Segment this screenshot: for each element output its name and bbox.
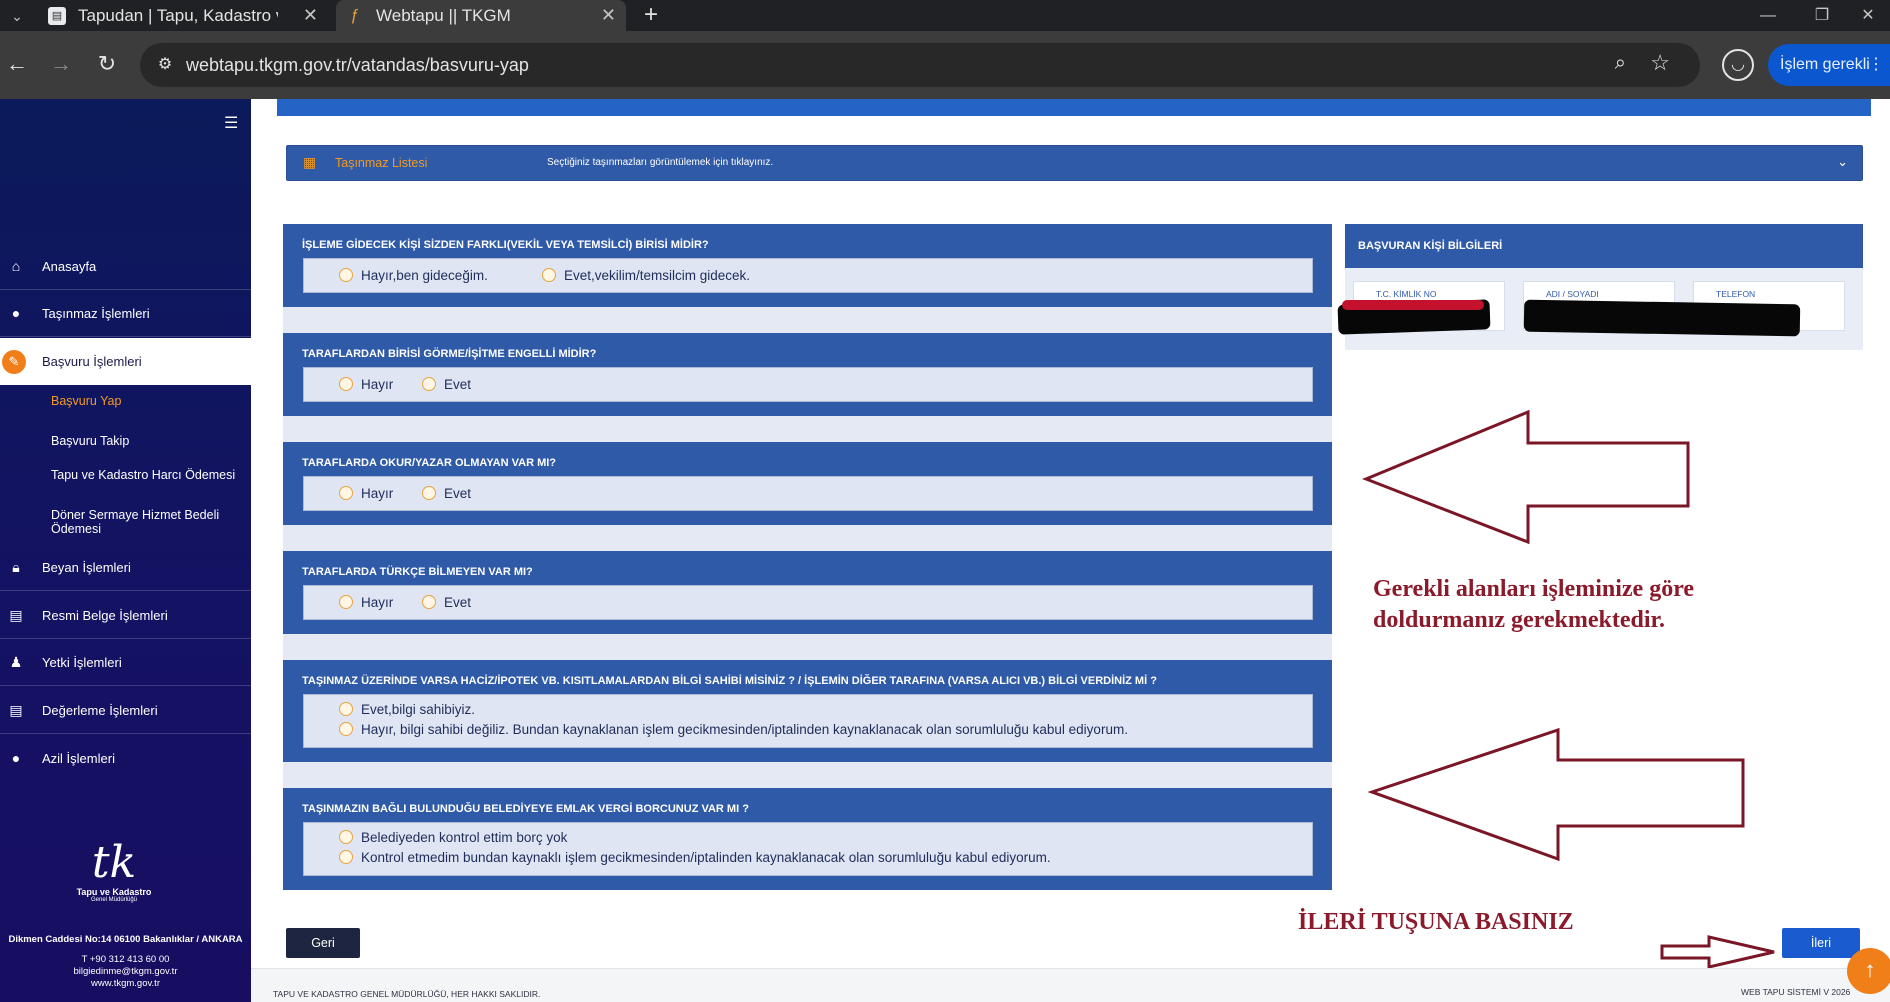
arrow-left-upper	[1361, 409, 1690, 545]
instruction-line: doldurmanız gerekmektedir.	[1373, 607, 1665, 633]
back-button[interactable]: Geri	[286, 928, 360, 958]
footer-version: WEB TAPU SİSTEMİ V 2026	[1741, 987, 1851, 997]
footer-copyright: TAPU VE KADASTRO GENEL MÜDÜRLÜĞÜ, HER HA…	[273, 989, 541, 999]
arrow-left-lower	[1367, 727, 1745, 862]
instruction-line: Gerekli alanları işleminize göre	[1373, 576, 1695, 602]
next-button[interactable]: İleri	[1782, 928, 1860, 958]
annotation-arrows	[1361, 409, 1775, 969]
next-hint-note: İLERİ TUŞUNA BASINIZ	[1298, 909, 1574, 935]
arrow-right-small	[1660, 935, 1775, 969]
page-footer: TAPU VE KADASTRO GENEL MÜDÜRLÜĞÜ, HER HA…	[251, 968, 1890, 1002]
scroll-to-top-button[interactable]: ↑	[1847, 948, 1890, 994]
instruction-note: Gerekli alanları işleminize göre doldurm…	[1373, 574, 1694, 636]
